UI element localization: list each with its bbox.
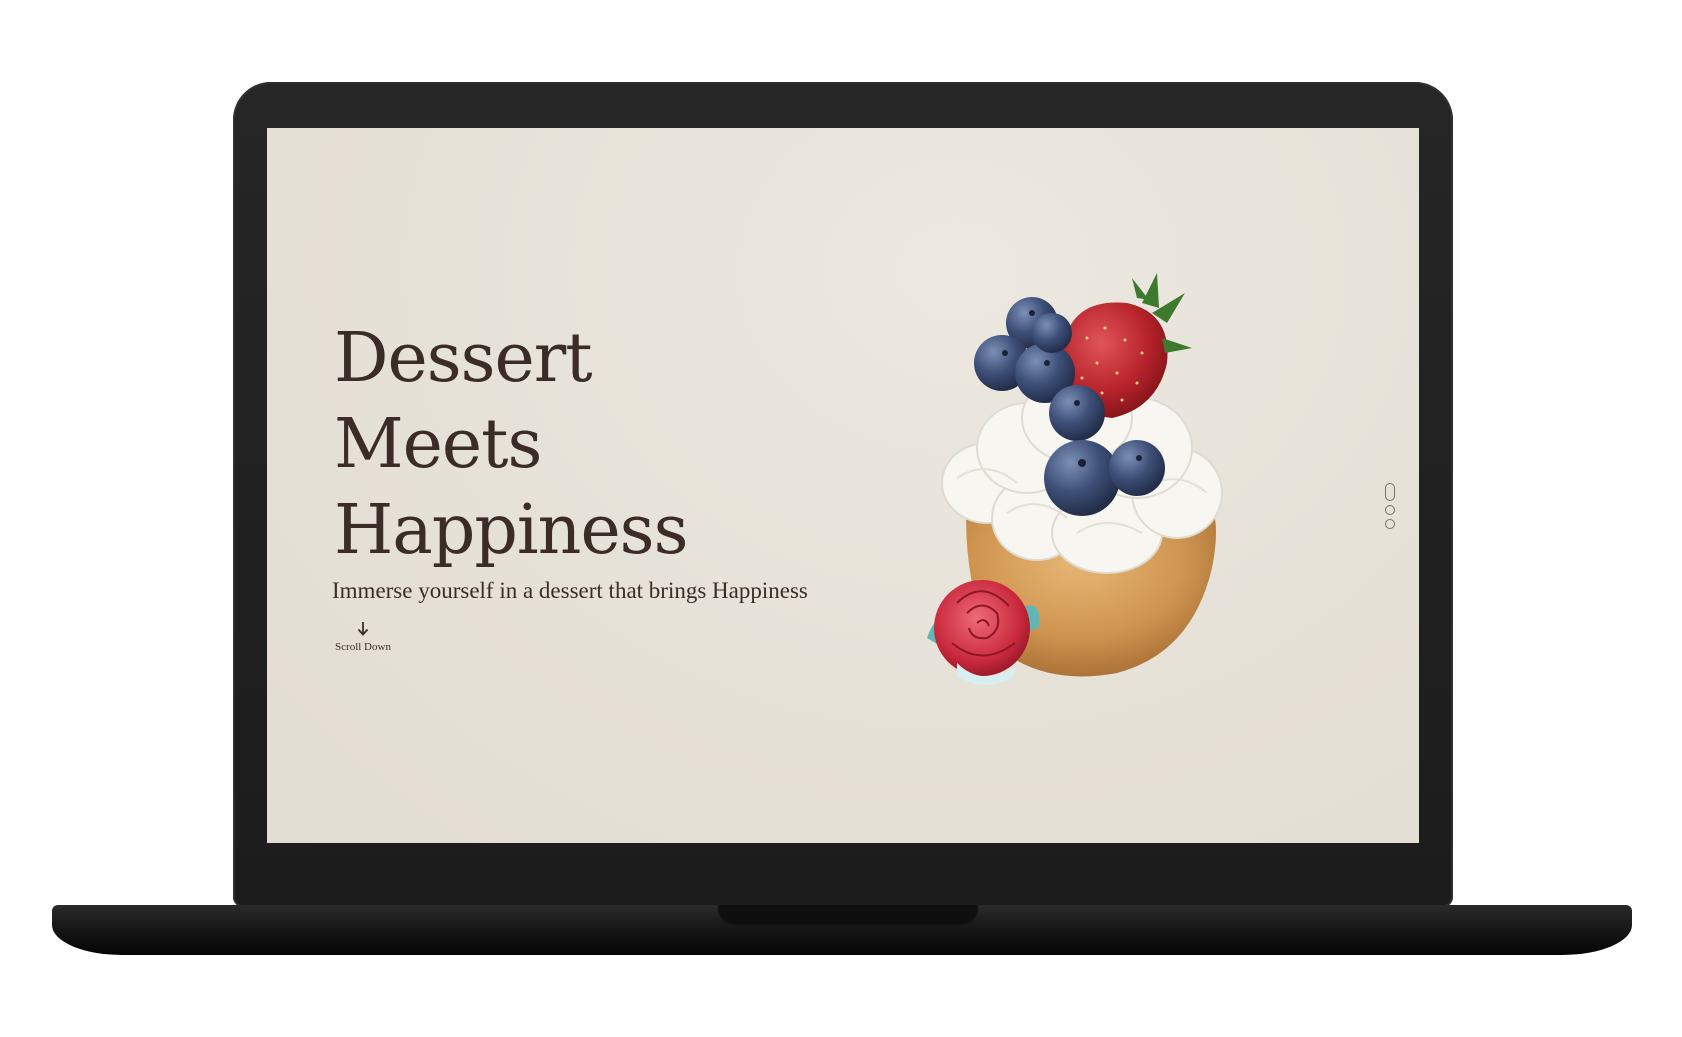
laptop-notch [718,905,978,927]
hero-title-line-1: Dessert [334,319,593,398]
laptop-base [52,905,1632,955]
slide-dot-3[interactable] [1385,519,1395,529]
arrow-down-icon [357,622,369,636]
cupcake-illustration [927,268,1247,698]
laptop-mockup: Dessert Meets Happiness Immerse yourself… [0,0,1682,1037]
hero-title-line-3: Happiness [334,491,688,570]
scroll-down-label: Scroll Down [335,641,391,653]
hero-title-line-2: Meets [334,405,542,484]
slide-dot-1[interactable] [1385,483,1395,501]
slide-pagination [1383,483,1397,529]
website-screen: Dessert Meets Happiness Immerse yourself… [267,128,1419,843]
scroll-down-button[interactable]: Scroll Down [333,621,393,653]
hero-title: Dessert Meets Happiness [334,316,688,574]
slide-dot-2[interactable] [1385,505,1395,515]
laptop-lid: Dessert Meets Happiness Immerse yourself… [233,82,1453,907]
hero-subtitle: Immerse yourself in a dessert that bring… [332,578,808,603]
